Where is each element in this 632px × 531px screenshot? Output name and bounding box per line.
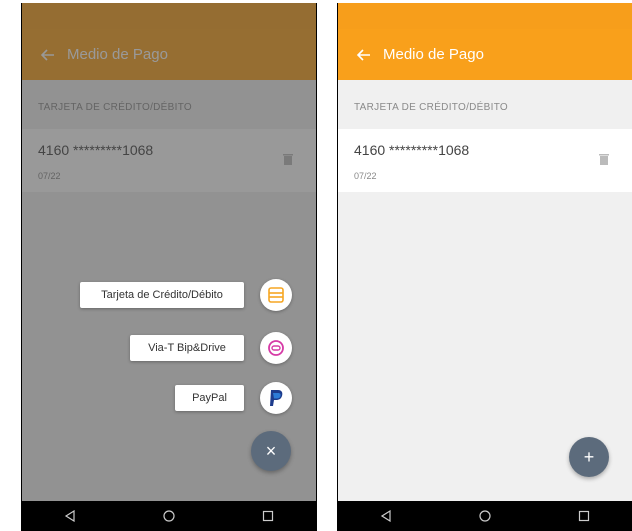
android-nav-bar <box>21 501 317 531</box>
close-menu-button[interactable]: × <box>251 431 291 471</box>
page-title: Medio de Pago <box>383 46 484 63</box>
app-screen: Medio de Pago TARJETA DE CRÉDITO/DÉBITO … <box>338 3 632 501</box>
option-credit-card-label[interactable]: Tarjeta de Crédito/Débito <box>80 282 244 308</box>
bipdrive-icon[interactable] <box>260 332 292 364</box>
back-arrow-icon[interactable] <box>356 48 371 62</box>
recents-square-icon[interactable] <box>577 509 591 523</box>
recents-square-icon[interactable] <box>261 509 275 523</box>
trash-icon[interactable] <box>599 153 609 165</box>
app-screen: Medio de Pago TARJETA DE CRÉDITO/DÉBITO … <box>22 3 316 501</box>
back-triangle-icon[interactable] <box>63 509 77 523</box>
plus-icon: + <box>583 446 595 467</box>
phone-screen-menu-open: Medio de Pago TARJETA DE CRÉDITO/DÉBITO … <box>21 3 317 531</box>
home-circle-icon[interactable] <box>162 509 176 523</box>
section-header: TARJETA DE CRÉDITO/DÉBITO <box>354 102 509 113</box>
card-expiry: 07/22 <box>354 171 377 181</box>
card-number: 4160 *********1068 <box>354 142 470 158</box>
payment-card-item[interactable]: 4160 *********1068 07/22 <box>338 129 632 192</box>
option-bipdrive-label[interactable]: Via-T Bip&Drive <box>130 335 244 361</box>
status-bar <box>338 3 632 29</box>
back-triangle-icon[interactable] <box>379 509 393 523</box>
option-paypal-label[interactable]: PayPal <box>175 385 244 411</box>
menu-overlay[interactable] <box>22 3 316 501</box>
add-payment-button[interactable]: + <box>569 437 609 477</box>
phone-screen-list: Medio de Pago TARJETA DE CRÉDITO/DÉBITO … <box>337 3 632 531</box>
android-nav-bar <box>337 501 632 531</box>
credit-card-icon[interactable] <box>260 279 292 311</box>
close-icon: × <box>265 440 277 461</box>
app-toolbar: Medio de Pago <box>338 29 632 80</box>
paypal-icon[interactable] <box>260 382 292 414</box>
home-circle-icon[interactable] <box>478 509 492 523</box>
